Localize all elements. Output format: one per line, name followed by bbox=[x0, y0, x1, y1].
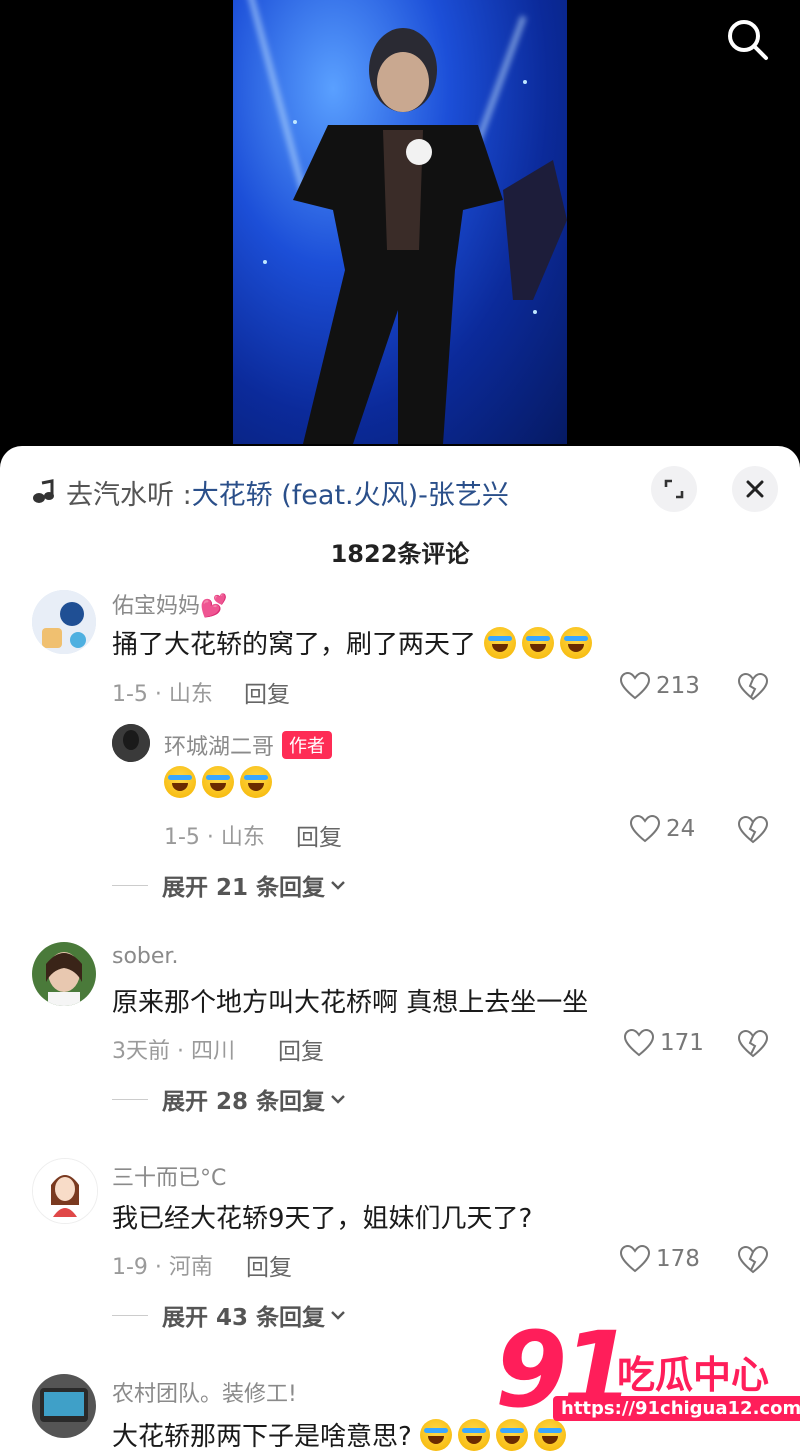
music-prefix: 去汽水听 : bbox=[66, 479, 192, 511]
like-button[interactable]: 213 bbox=[620, 672, 700, 700]
reply-button[interactable]: 回复 bbox=[296, 818, 342, 852]
crying-laughing-emoji-icon bbox=[522, 627, 555, 659]
crying-laughing-emoji-icon bbox=[202, 766, 234, 798]
broken-heart-icon bbox=[737, 1029, 769, 1058]
comment-text: 原来那个地方叫大花桥啊 真想上去坐一坐 bbox=[112, 988, 589, 1018]
comment-text: 大花轿那两下子是啥意思? bbox=[112, 1416, 572, 1452]
avatar[interactable] bbox=[32, 942, 96, 1006]
video-player[interactable] bbox=[0, 0, 800, 460]
broken-heart-icon bbox=[737, 815, 769, 844]
dislike-button[interactable] bbox=[737, 1029, 769, 1062]
music-bar[interactable]: 去汽水听 : 大花轿 (feat.火风)-张艺兴 bbox=[32, 472, 509, 512]
comment-username[interactable]: 农村团队。装修工! bbox=[112, 1376, 297, 1408]
reply-button[interactable]: 回复 bbox=[278, 1032, 324, 1066]
like-count: 24 bbox=[666, 816, 696, 842]
divider bbox=[112, 884, 148, 886]
video-frame[interactable] bbox=[233, 0, 567, 444]
emoji-icon bbox=[534, 1419, 567, 1451]
broken-heart-icon bbox=[737, 1245, 769, 1274]
reply-text bbox=[164, 766, 278, 799]
comment-meta: 1-9 · 河南 bbox=[112, 1255, 213, 1280]
avatar[interactable] bbox=[32, 590, 96, 654]
avatar-image bbox=[33, 1159, 97, 1223]
crying-laughing-emoji-icon bbox=[164, 766, 196, 798]
comments-sheet: 去汽水听 : 大花轿 (feat.火风)-张艺兴 1822条评论 佑宝妈妈💕 捅… bbox=[0, 446, 800, 1452]
divider bbox=[112, 1098, 148, 1100]
emoji-icon bbox=[496, 1419, 529, 1451]
avatar-image bbox=[32, 1374, 96, 1438]
broken-heart-icon bbox=[737, 672, 769, 701]
avatar-image bbox=[112, 724, 150, 762]
expand-replies-label: 展开 28 条回复 bbox=[162, 1089, 326, 1115]
avatar[interactable] bbox=[32, 1374, 96, 1438]
like-count: 213 bbox=[656, 673, 700, 699]
chevron-down-icon bbox=[331, 1311, 345, 1320]
avatar-image bbox=[32, 590, 96, 654]
dislike-button[interactable] bbox=[737, 815, 769, 848]
like-count: 171 bbox=[660, 1030, 704, 1056]
performer-silhouette bbox=[293, 28, 567, 444]
reply-meta: 1-5 · 山东 bbox=[164, 825, 265, 850]
comment-username[interactable]: 佑宝妈妈💕 bbox=[112, 588, 227, 620]
comment-text: 捅了大花轿的窝了，刷了两天了 bbox=[112, 624, 598, 661]
comment-text-body: 大花轿那两下子是啥意思? bbox=[112, 1422, 412, 1452]
search-icon bbox=[728, 20, 768, 60]
music-note-icon bbox=[33, 479, 54, 503]
heart-icon bbox=[620, 672, 650, 700]
expand-replies-label: 展开 43 条回复 bbox=[162, 1305, 326, 1331]
reply-username-text: 环城湖二哥 bbox=[164, 735, 275, 760]
close-icon bbox=[746, 480, 764, 498]
like-button[interactable]: 24 bbox=[630, 815, 695, 843]
expand-icon bbox=[664, 479, 684, 499]
chevron-down-icon bbox=[331, 881, 345, 890]
comment-username[interactable]: 三十而已°C bbox=[112, 1160, 226, 1192]
search-button[interactable] bbox=[722, 14, 774, 66]
emoji-icon bbox=[420, 1419, 453, 1451]
dislike-button[interactable] bbox=[737, 1245, 769, 1278]
reply-username[interactable]: 环城湖二哥 作者 bbox=[164, 729, 333, 761]
crying-laughing-emoji-icon bbox=[560, 627, 593, 659]
emoji-icon bbox=[458, 1419, 491, 1451]
comment-meta: 1-5 · 山东 bbox=[112, 682, 213, 707]
heart-icon bbox=[630, 815, 660, 843]
heart-icon bbox=[620, 1245, 650, 1273]
expand-replies-button[interactable]: 展开 21 条回复 bbox=[112, 868, 347, 902]
crying-laughing-emoji-icon bbox=[240, 766, 272, 798]
expand-replies-label: 展开 21 条回复 bbox=[162, 875, 326, 901]
music-song-link[interactable]: 大花轿 (feat.火风)-张艺兴 bbox=[192, 473, 509, 512]
expand-replies-button[interactable]: 展开 43 条回复 bbox=[112, 1298, 347, 1332]
close-button[interactable] bbox=[732, 466, 778, 512]
like-button[interactable]: 178 bbox=[620, 1245, 700, 1273]
avatar-image bbox=[32, 942, 96, 1006]
reply-button[interactable]: 回复 bbox=[244, 675, 290, 709]
dislike-button[interactable] bbox=[737, 672, 769, 705]
heart-icon bbox=[624, 1029, 654, 1057]
crying-laughing-emoji-icon bbox=[484, 627, 517, 659]
avatar[interactable] bbox=[32, 1158, 98, 1224]
reply-avatar[interactable] bbox=[112, 724, 150, 762]
comments-count: 1822条评论 bbox=[330, 540, 470, 568]
comment-username[interactable]: sober. bbox=[112, 944, 178, 969]
comment-meta: 3天前 · 四川 bbox=[112, 1039, 235, 1064]
expand-button[interactable] bbox=[651, 466, 697, 512]
like-button[interactable]: 171 bbox=[624, 1029, 704, 1057]
chevron-down-icon bbox=[331, 1095, 345, 1104]
comment-text: 我已经大花轿9天了，姐妹们几天了? bbox=[112, 1204, 533, 1234]
author-badge: 作者 bbox=[282, 731, 333, 759]
expand-replies-button[interactable]: 展开 28 条回复 bbox=[112, 1082, 347, 1116]
divider bbox=[112, 1314, 148, 1316]
comment-text-body: 捅了大花轿的窝了，刷了两天了 bbox=[112, 630, 477, 660]
reply-button[interactable]: 回复 bbox=[246, 1248, 292, 1282]
like-count: 178 bbox=[656, 1246, 700, 1272]
